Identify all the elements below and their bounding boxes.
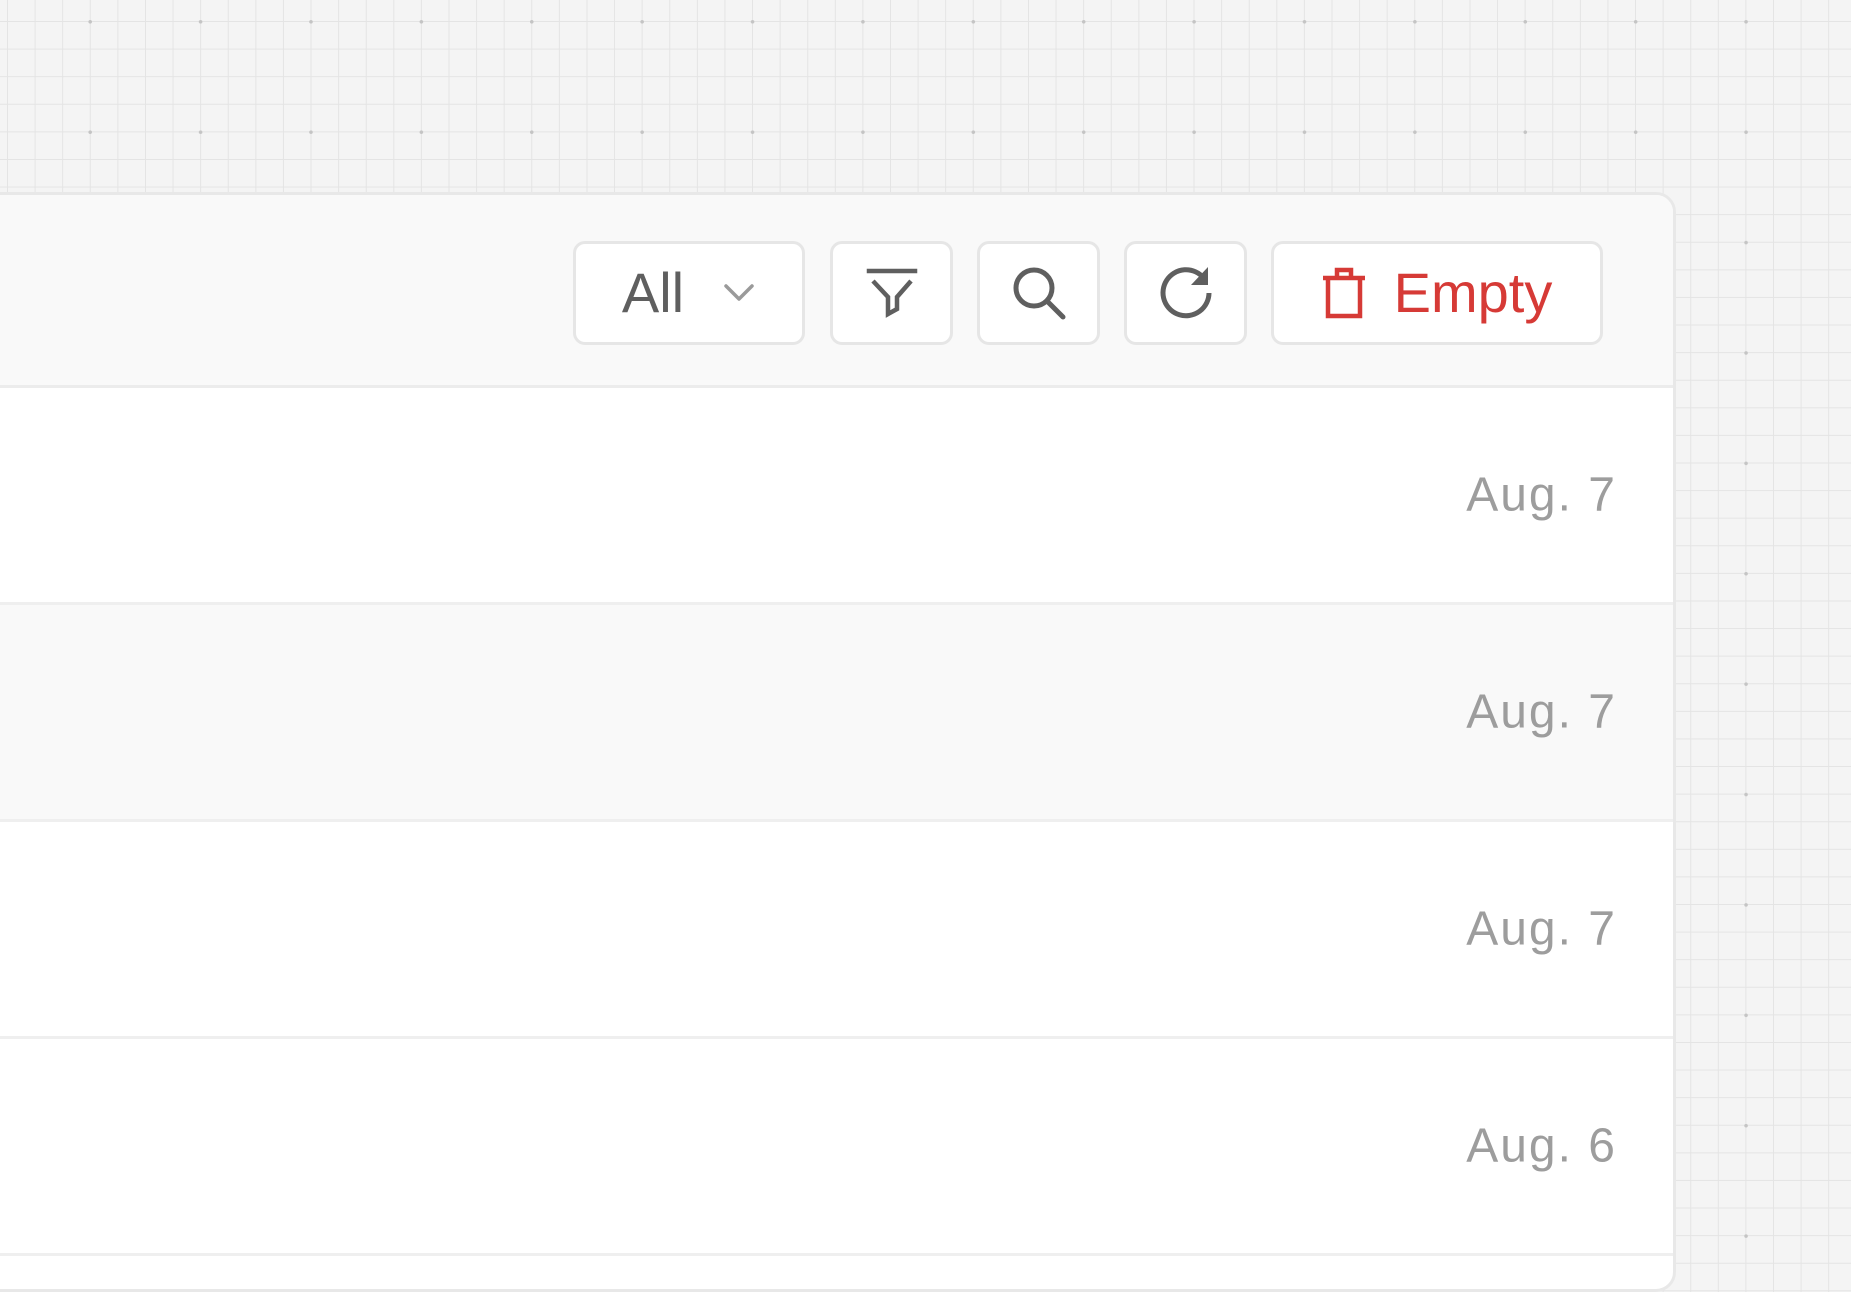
filter-button[interactable] [830,241,953,345]
row-date: Aug. 7 [1466,902,1617,956]
list-row[interactable]: Aug. 7 [0,822,1673,1039]
row-date: Aug. 6 [1466,1119,1617,1173]
toolbar: All Empty [0,195,1673,388]
funnel-icon [866,267,918,319]
filter-select[interactable]: All [573,241,805,345]
list-row[interactable]: Aug. 7 [0,605,1673,822]
search-icon [1011,265,1067,321]
trash-icon [1322,267,1366,319]
list-row[interactable]: Aug. 7 [0,388,1673,605]
filter-select-value: All [621,261,685,324]
search-button[interactable] [977,241,1100,345]
row-date: Aug. 7 [1466,468,1617,522]
refresh-button[interactable] [1124,241,1247,345]
chevron-down-icon [722,282,756,304]
empty-button[interactable]: Empty [1271,241,1603,345]
list-panel: All Empty Aug. 7 Aug. 7 Aug. 7 Aug. 6 [0,192,1676,1292]
row-date: Aug. 7 [1466,685,1617,739]
refresh-icon [1158,265,1214,321]
list-row[interactable]: Aug. 6 [0,1039,1673,1256]
empty-button-label: Empty [1393,261,1553,324]
